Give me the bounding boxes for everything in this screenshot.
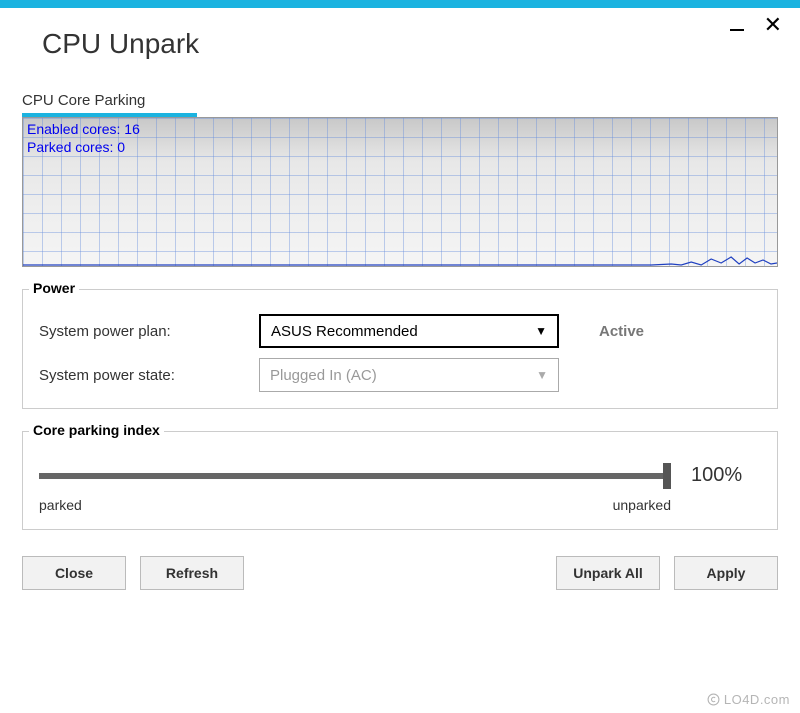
minimize-button[interactable]: [730, 29, 744, 31]
watermark-text: LO4D.com: [724, 692, 790, 707]
section-header: CPU Core Parking: [22, 92, 778, 109]
core-parking-group-label: Core parking index: [29, 422, 164, 438]
refresh-button[interactable]: Refresh: [140, 556, 244, 590]
app-title: CPU Unpark: [0, 8, 800, 60]
power-state-value: Plugged In (AC): [270, 367, 377, 384]
power-group: Power System power plan: ASUS Recommende…: [22, 289, 778, 409]
unpark-all-button[interactable]: Unpark All: [556, 556, 660, 590]
parked-cores-label: Parked cores:: [27, 139, 113, 155]
slider-max-label: unparked: [613, 497, 671, 513]
apply-button[interactable]: Apply: [674, 556, 778, 590]
close-button[interactable]: Close: [22, 556, 126, 590]
title-bar-accent: [0, 0, 800, 8]
power-state-dropdown: Plugged In (AC) ▼: [259, 358, 559, 392]
copyright-icon: [707, 693, 720, 706]
power-state-label: System power state:: [39, 367, 259, 384]
cpu-graph: Enabled cores: 16 Parked cores: 0: [22, 117, 778, 267]
slider-thumb[interactable]: [663, 463, 671, 489]
power-group-label: Power: [29, 280, 79, 296]
enabled-cores-value: 16: [124, 121, 140, 137]
slider-min-label: parked: [39, 497, 82, 513]
watermark: LO4D.com: [707, 692, 790, 707]
power-plan-dropdown[interactable]: ASUS Recommended ▼: [259, 314, 559, 348]
window-controls: ✕: [730, 14, 782, 36]
close-window-button[interactable]: ✕: [764, 14, 782, 36]
power-plan-label: System power plan:: [39, 323, 259, 340]
button-row: Close Refresh Unpark All Apply: [22, 556, 778, 590]
chevron-down-icon: ▼: [536, 368, 548, 382]
parked-cores-value: 0: [117, 139, 125, 155]
enabled-cores-label: Enabled cores:: [27, 121, 120, 137]
graph-activity-line: [23, 246, 777, 266]
power-plan-status: Active: [599, 323, 644, 340]
graph-stats: Enabled cores: 16 Parked cores: 0: [27, 120, 140, 156]
core-parking-value: 100%: [691, 464, 761, 487]
core-parking-group: Core parking index 100% parked unparked: [22, 431, 778, 530]
chevron-down-icon: ▼: [535, 324, 547, 338]
power-plan-value: ASUS Recommended: [271, 323, 418, 340]
core-parking-slider[interactable]: [39, 473, 671, 479]
